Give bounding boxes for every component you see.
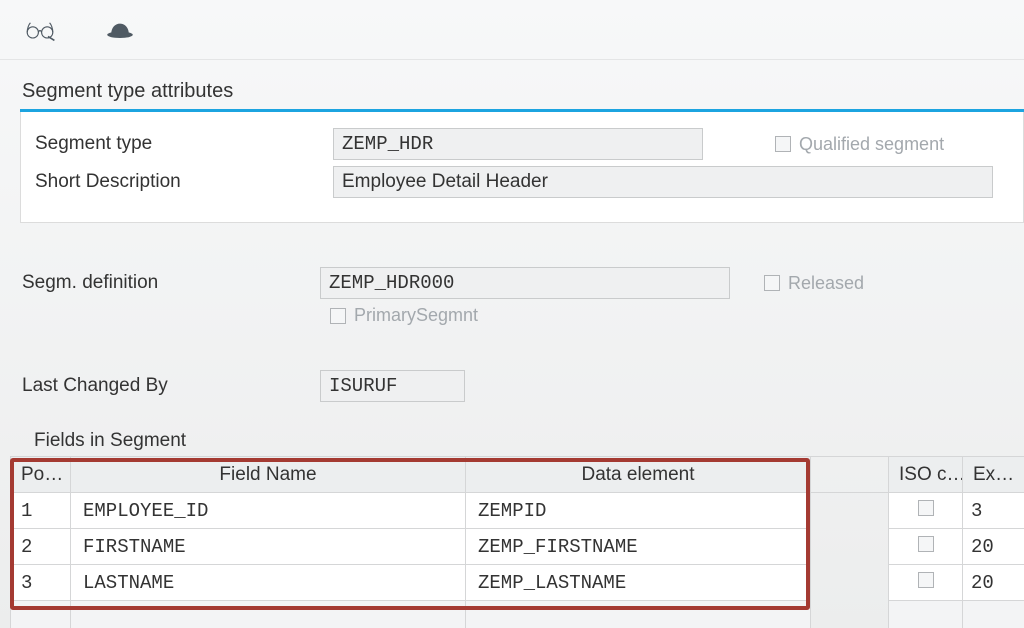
cell-data-element[interactable]: ZEMPID <box>466 493 811 529</box>
col-field-name[interactable]: Field Name <box>71 457 466 493</box>
qualified-segment-checkbox: Qualified segment <box>775 134 944 155</box>
segm-definition-field[interactable]: ZEMP_HDR000 <box>320 267 730 299</box>
col-spacer <box>811 457 889 493</box>
qualified-segment-label: Qualified segment <box>799 134 944 155</box>
cell-iso-checkbox[interactable] <box>889 493 963 529</box>
segm-definition-label: Segm. definition <box>20 272 320 294</box>
checkbox-icon <box>775 136 791 152</box>
checkbox-icon <box>918 536 934 552</box>
table-row[interactable]: 3LASTNAMEZEMP_LASTNAME 20 <box>11 565 1024 601</box>
primary-segment-checkbox: PrimarySegmnt <box>330 305 478 326</box>
glasses-icon[interactable] <box>22 12 58 48</box>
cell-position[interactable]: 2 <box>11 529 71 565</box>
cell-data-element[interactable]: ZEMP_FIRSTNAME <box>466 529 811 565</box>
col-iso-code[interactable]: ISO c… <box>889 457 963 493</box>
table-row-empty <box>11 601 1024 628</box>
released-label: Released <box>788 273 864 294</box>
released-checkbox: Released <box>764 273 864 294</box>
cell-spacer <box>811 565 889 601</box>
fields-in-segment-label: Fields in Segment <box>34 430 1024 452</box>
panel-title: Segment type attributes <box>20 80 1024 109</box>
short-description-label: Short Description <box>33 171 333 193</box>
cell-position[interactable]: 3 <box>11 565 71 601</box>
segment-type-field[interactable]: ZEMP_HDR <box>333 128 703 160</box>
toolbar <box>0 0 1024 60</box>
checkbox-icon <box>330 308 346 324</box>
cell-spacer <box>811 529 889 565</box>
checkbox-icon <box>764 275 780 291</box>
cell-field-name[interactable]: FIRSTNAME <box>71 529 466 565</box>
cell-ex[interactable]: 20 <box>963 565 1024 601</box>
cell-ex[interactable]: 3 <box>963 493 1024 529</box>
primary-segment-label: PrimarySegmnt <box>354 305 478 326</box>
col-ex[interactable]: Ex… <box>963 457 1024 493</box>
last-changed-by-field[interactable]: ISURUF <box>320 370 465 402</box>
cell-data-element[interactable]: ZEMP_LASTNAME <box>466 565 811 601</box>
table-row[interactable]: 2FIRSTNAMEZEMP_FIRSTNAME 20 <box>11 529 1024 565</box>
segment-type-attributes-panel: Segment type attributes Segment type ZEM… <box>20 80 1024 223</box>
checkbox-icon <box>918 572 934 588</box>
cell-iso-checkbox[interactable] <box>889 529 963 565</box>
short-description-field[interactable]: Employee Detail Header <box>333 166 993 198</box>
col-data-element[interactable]: Data element <box>466 457 811 493</box>
hat-icon[interactable] <box>102 12 138 48</box>
last-changed-by-label: Last Changed By <box>20 375 320 397</box>
checkbox-icon <box>918 500 934 516</box>
cell-position[interactable]: 1 <box>11 493 71 529</box>
table-header-row: Po… Field Name Data element ISO c… Ex… <box>11 457 1024 493</box>
cell-field-name[interactable]: EMPLOYEE_ID <box>71 493 466 529</box>
col-position[interactable]: Po… <box>11 457 71 493</box>
cell-ex[interactable]: 20 <box>963 529 1024 565</box>
cell-spacer <box>811 493 889 529</box>
table-row[interactable]: 1EMPLOYEE_IDZEMPID 3 <box>11 493 1024 529</box>
cell-iso-checkbox[interactable] <box>889 565 963 601</box>
fields-table: Po… Field Name Data element ISO c… Ex… 1… <box>10 456 1024 628</box>
segment-type-label: Segment type <box>33 133 333 155</box>
cell-field-name[interactable]: LASTNAME <box>71 565 466 601</box>
